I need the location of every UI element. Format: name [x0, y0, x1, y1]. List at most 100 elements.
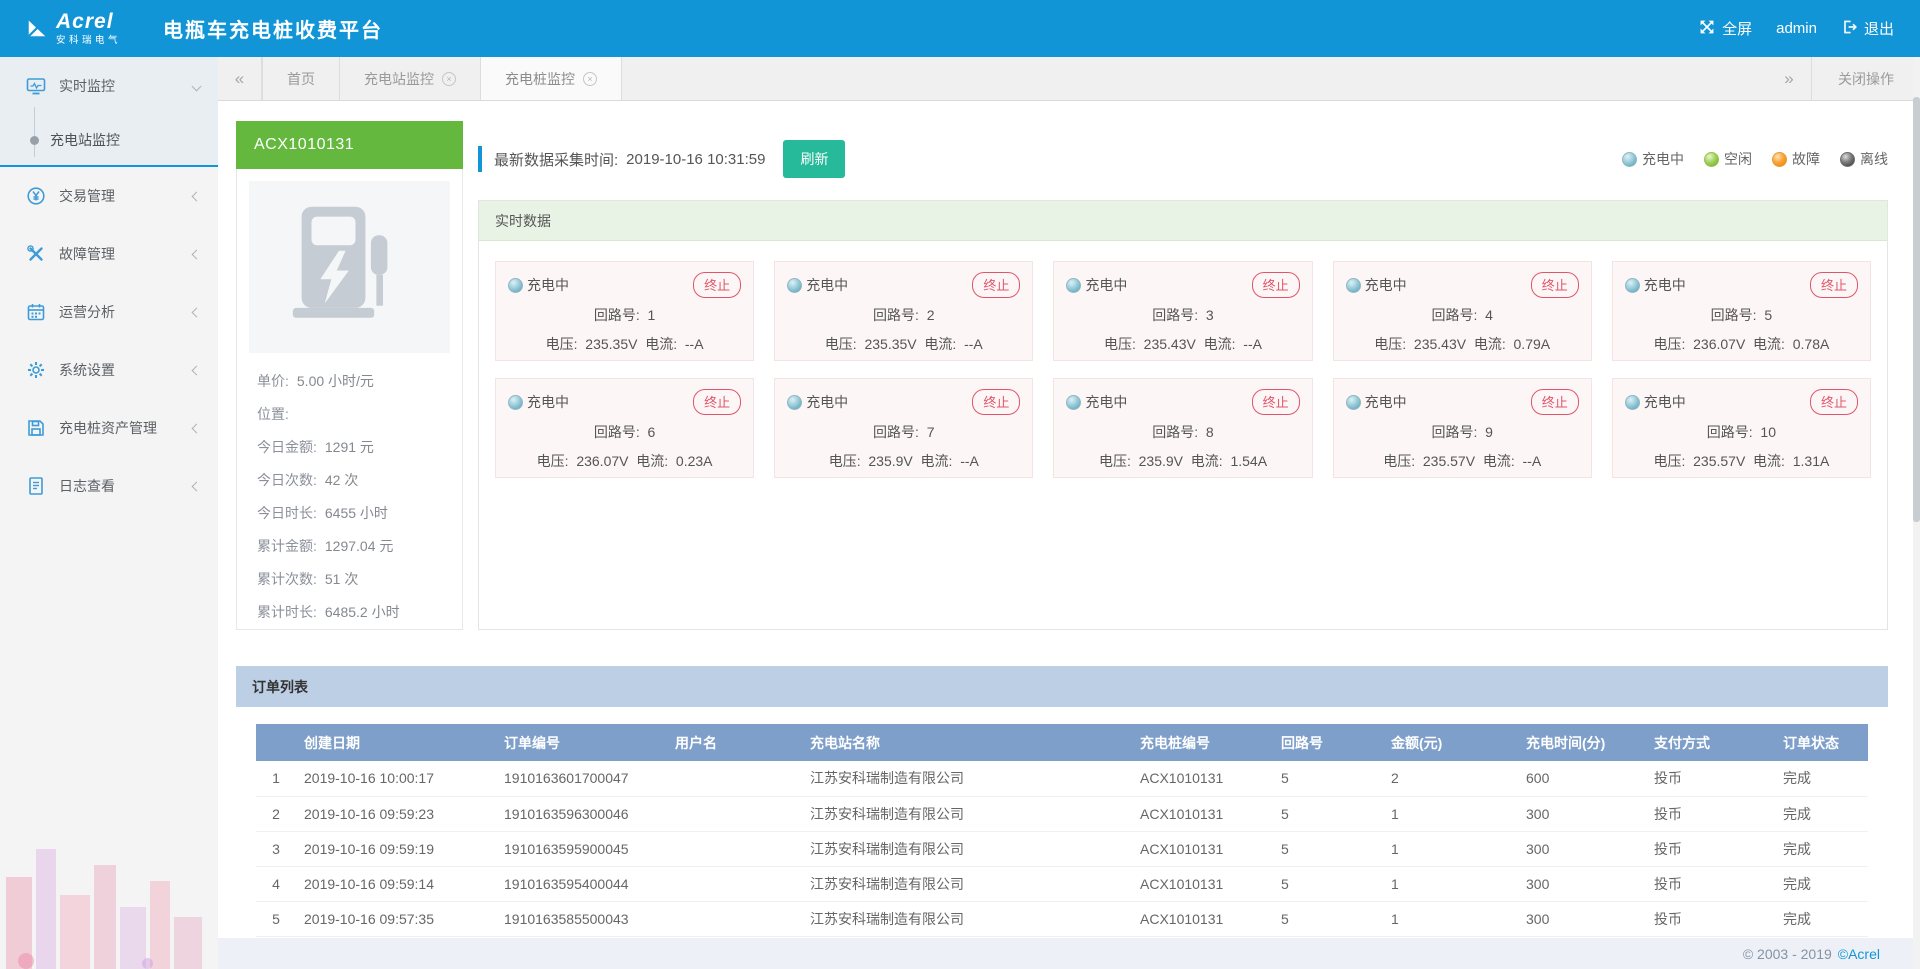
tabs-scroll-right-button[interactable]: » — [1767, 57, 1811, 100]
sidebar-item-log-view[interactable]: 日志查看 — [0, 457, 218, 515]
row-index: 2 — [256, 796, 296, 831]
chevron-left-icon — [192, 423, 202, 433]
terminate-button[interactable]: 终止 — [972, 272, 1020, 298]
fullscreen-icon — [1699, 19, 1715, 39]
sidebar-item-operation-analysis[interactable]: 运营分析 — [0, 283, 218, 341]
circuit-number: 回路号: 7 — [787, 422, 1020, 442]
tree-dot-icon — [30, 136, 39, 145]
table-cell: 2019-10-16 09:59:14 — [296, 866, 496, 901]
logout-button[interactable]: 退出 — [1841, 18, 1894, 39]
tab-label: 充电桩监控 — [505, 69, 575, 89]
terminate-button[interactable]: 终止 — [1810, 272, 1858, 298]
table-cell: 5 — [1273, 866, 1383, 901]
close-tab-icon[interactable]: × — [442, 72, 456, 86]
circuit-meter: 电压: 235.35V 电流: --A — [508, 334, 741, 354]
table-cell: ACX1010131 — [1132, 796, 1273, 831]
app-footer: © 2003 - 2019 ©Acrel — [218, 938, 1920, 969]
app-header: Acrel 安科瑞电气 电瓶车充电桩收费平台 全屏 admin 退出 — [0, 0, 1920, 57]
refresh-button[interactable]: 刷新 — [783, 140, 845, 178]
sidebar-subitem-label: 充电站监控 — [50, 130, 218, 150]
close-operations-button[interactable]: 关闭操作 — [1811, 57, 1920, 100]
table-cell: 1910163595900045 — [496, 831, 667, 866]
circuit-meter: 电压: 235.57V 电流: 1.31A — [1625, 451, 1858, 471]
table-cell: 5 — [1273, 796, 1383, 831]
terminate-button[interactable]: 终止 — [693, 272, 741, 298]
row-index: 4 — [256, 866, 296, 901]
idle-status-icon — [1704, 152, 1719, 167]
tab-bar: « 首页充电站监控× 充电桩监控 × » 关闭操作 — [218, 57, 1920, 101]
sidebar-item-system-settings[interactable]: 系统设置 — [0, 341, 218, 399]
table-cell: ACX1010131 — [1132, 831, 1273, 866]
terminate-button[interactable]: 终止 — [693, 389, 741, 415]
sidebar-subitem-station-monitor[interactable]: 充电站监控 — [0, 115, 218, 165]
charging-status-icon — [1346, 278, 1361, 293]
circuit-card: 充电中 终止 回路号: 8 电压: 235.9V 电流: 1.54A — [1053, 378, 1312, 478]
chevron-left-icon — [192, 365, 202, 375]
table-cell — [667, 866, 802, 901]
table-cell: 2 — [1383, 761, 1518, 796]
circuit-number: 回路号: 4 — [1346, 305, 1579, 325]
column-header: 订单状态 — [1775, 724, 1868, 761]
logout-icon — [1841, 19, 1857, 39]
username[interactable]: admin — [1776, 20, 1817, 37]
table-cell: ACX1010131 — [1132, 761, 1273, 796]
tab-station-monitor[interactable]: 充电站监控× — [340, 57, 481, 100]
terminate-button[interactable]: 终止 — [972, 389, 1020, 415]
transaction-icon — [26, 186, 46, 206]
fullscreen-button[interactable]: 全屏 — [1699, 18, 1752, 39]
sidebar-item-realtime-monitor[interactable]: 实时监控 — [0, 57, 218, 115]
charging-status-icon — [1066, 395, 1081, 410]
circuit-status: 充电中 — [508, 275, 569, 295]
fault-status-icon — [1772, 152, 1787, 167]
circuit-number: 回路号: 9 — [1346, 422, 1579, 442]
main-content: ACX1010131 — [218, 101, 1920, 937]
sidebar-item-label: 实时监控 — [59, 76, 193, 96]
vertical-scrollbar[interactable] — [1913, 57, 1920, 969]
chevron-left-icon — [192, 191, 202, 201]
brand-link[interactable]: ©Acrel — [1838, 946, 1880, 962]
circuit-meter: 电压: 236.07V 电流: 0.23A — [508, 451, 741, 471]
brand-logo: Acrel 安科瑞电气 — [26, 11, 121, 45]
brand-subtext: 安科瑞电气 — [56, 36, 121, 46]
close-tab-icon[interactable]: × — [583, 72, 597, 86]
table-cell: 5 — [1273, 831, 1383, 866]
circuit-meter: 电压: 235.43V 电流: 0.79A — [1346, 334, 1579, 354]
circuit-status: 充电中 — [1346, 392, 1407, 412]
table-cell — [667, 761, 802, 796]
page-title: 电瓶车充电桩收费平台 — [163, 14, 383, 43]
table-cell: 1 — [1383, 901, 1518, 936]
circuit-status: 充电中 — [1066, 275, 1127, 295]
circuit-card: 充电中 终止 回路号: 2 电压: 235.35V 电流: --A — [774, 261, 1033, 361]
circuit-card: 充电中 终止 回路号: 7 电压: 235.9V 电流: --A — [774, 378, 1033, 478]
sidebar-item-label: 故障管理 — [59, 244, 193, 264]
tab-home[interactable]: 首页 — [262, 57, 340, 100]
table-cell: 投币 — [1646, 901, 1775, 936]
terminate-button[interactable]: 终止 — [1810, 389, 1858, 415]
sidebar-item-label: 日志查看 — [59, 476, 193, 496]
circuit-status: 充电中 — [1625, 275, 1686, 295]
chevron-left-icon — [192, 481, 202, 491]
sidebar: 实时监控 充电站监控 交易管理 故障管理 运营分析 系统设置 充电桩资产管理 — [0, 57, 218, 969]
legend-offline: 离线 — [1840, 149, 1888, 169]
table-cell: 1910163585500043 — [496, 901, 667, 936]
column-header: 创建日期 — [296, 724, 496, 761]
sidebar-item-transaction-mgmt[interactable]: 交易管理 — [0, 167, 218, 225]
circuit-status: 充电中 — [787, 392, 848, 412]
collect-time-value: 2019-10-16 10:31:59 — [626, 151, 765, 168]
terminate-button[interactable]: 终止 — [1252, 389, 1300, 415]
terminate-button[interactable]: 终止 — [1531, 389, 1579, 415]
circuit-number: 回路号: 8 — [1066, 422, 1299, 442]
circuit-meter: 电压: 235.57V 电流: --A — [1346, 451, 1579, 471]
column-header: 订单编号 — [496, 724, 667, 761]
table-cell — [667, 796, 802, 831]
sidebar-item-pile-asset-mgmt[interactable]: 充电桩资产管理 — [0, 399, 218, 457]
station-stat: 累计时长:6485.2 小时 — [257, 602, 442, 622]
terminate-button[interactable]: 终止 — [1252, 272, 1300, 298]
tab-pile-monitor[interactable]: 充电桩监控 × — [481, 57, 622, 100]
station-stat: 累计次数:51 次 — [257, 569, 442, 589]
station-stat: 位置: — [257, 404, 442, 424]
scrollbar-thumb[interactable] — [1913, 97, 1920, 522]
tabs-scroll-left-button[interactable]: « — [218, 57, 262, 100]
sidebar-item-fault-mgmt[interactable]: 故障管理 — [0, 225, 218, 283]
terminate-button[interactable]: 终止 — [1531, 272, 1579, 298]
